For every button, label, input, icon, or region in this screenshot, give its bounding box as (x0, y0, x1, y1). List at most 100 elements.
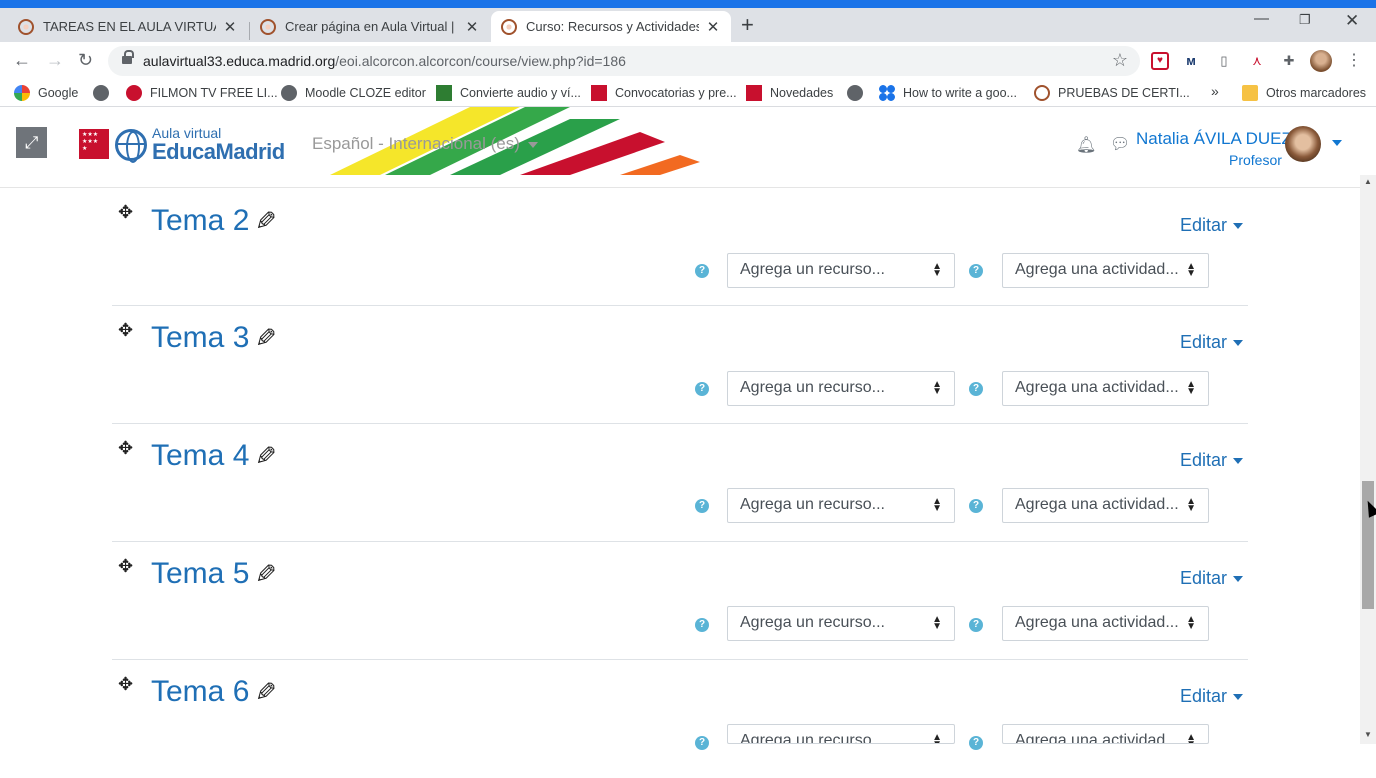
help-icon[interactable]: ? (969, 499, 983, 513)
extensions-puzzle-icon[interactable]: ✚ (1280, 52, 1298, 70)
edit-menu-button[interactable]: Editar (1180, 332, 1244, 353)
help-icon[interactable]: ? (695, 736, 709, 750)
select-value: Agrega una actividad... (1015, 261, 1179, 278)
messages-chat-icon[interactable]: 💬︎ (1110, 134, 1130, 154)
bookmark-star-icon[interactable]: ☆ (1112, 50, 1128, 71)
section-title[interactable]: Tema 3 (151, 319, 249, 357)
close-tab-icon[interactable]: ✕ (464, 18, 480, 36)
bookmark-google[interactable]: Google (14, 85, 78, 101)
select-arrows-icon: ▲▼ (1186, 261, 1196, 279)
pocket-extension-icon[interactable]: ♥ (1151, 52, 1169, 70)
close-tab-icon[interactable]: ✕ (705, 18, 721, 36)
bookmark-how-to-write[interactable]: How to write a goo... (879, 85, 1017, 101)
new-tab-icon[interactable]: + (741, 14, 754, 36)
move-handle-icon[interactable]: ✥ (118, 438, 133, 459)
edit-title-pencil-icon[interactable]: ✎ (255, 559, 277, 589)
add-resource-select[interactable]: Agrega un recurso... ▲▼ (727, 371, 955, 406)
course-section: ✥ Tema 2 ✎ Editar ? Agrega un recurso...… (112, 188, 1248, 306)
section-title[interactable]: Tema 4 (151, 437, 249, 475)
bookmark-convocatorias[interactable]: Convocatorias y pre... (591, 85, 737, 101)
user-name[interactable]: Natalia ÁVILA DUEZ (1136, 129, 1292, 149)
edit-title-pencil-icon[interactable]: ✎ (255, 323, 277, 353)
add-activity-select[interactable]: Agrega una actividad... ▲▼ (1002, 371, 1209, 406)
move-handle-icon[interactable]: ✥ (118, 556, 133, 577)
chevron-down-icon (1233, 340, 1244, 347)
restore-icon[interactable]: ❐ (1299, 12, 1311, 28)
address-bar[interactable]: aulavirtual33.educa.madrid.org/eoi.alcor… (108, 46, 1140, 76)
add-resource-select[interactable]: Agrega un recurso... ▲▼ (727, 488, 955, 523)
edit-menu-button[interactable]: Editar (1180, 215, 1244, 236)
browser-menu-icon[interactable]: ⋮ (1345, 52, 1363, 70)
browser-tab-active[interactable]: Curso: Recursos y Actividades ✕ (491, 11, 731, 42)
course-section: ✥ Tema 4 ✎ Editar ? Agrega un recurso...… (112, 424, 1248, 542)
add-resource-select[interactable]: Agrega un recurso... ▲▼ (727, 253, 955, 288)
bookmark-filmon[interactable]: FILMON TV FREE LI... (126, 85, 278, 101)
tab-title: Crear página en Aula Virtual | Me (285, 19, 458, 34)
close-window-icon[interactable]: ✕ (1345, 11, 1359, 31)
help-icon[interactable]: ? (969, 618, 983, 632)
user-menu-chevron-icon[interactable] (1332, 140, 1342, 146)
add-resource-select[interactable]: Agrega un recurso... ▲▼ (727, 606, 955, 641)
pdf-extension-icon[interactable]: ⋏ (1248, 52, 1266, 70)
edit-title-pencil-icon[interactable]: ✎ (255, 206, 277, 236)
add-activity-select[interactable]: Agrega una actividad... ▲▼ (1002, 488, 1209, 523)
add-activity-select[interactable]: Agrega una actividad... ▲▼ (1002, 724, 1209, 744)
edit-menu-button[interactable]: Editar (1180, 568, 1244, 589)
page-scrollbar[interactable]: ▲ ▼ (1360, 175, 1376, 744)
help-icon[interactable]: ? (695, 499, 709, 513)
minimize-icon[interactable]: — (1254, 10, 1269, 27)
bookmark-convierte-audio[interactable]: Convierte audio y ví... (436, 85, 581, 101)
edit-menu-button[interactable]: Editar (1180, 450, 1244, 471)
edit-menu-button[interactable]: Editar (1180, 686, 1244, 707)
move-handle-icon[interactable]: ✥ (118, 202, 133, 223)
help-icon[interactable]: ? (695, 264, 709, 278)
fullscreen-toggle-icon[interactable]: ⤢ (16, 127, 47, 158)
avatar[interactable] (1285, 126, 1321, 162)
help-icon[interactable]: ? (969, 736, 983, 750)
edit-title-pencil-icon[interactable]: ✎ (255, 441, 277, 471)
section-title[interactable]: Tema 5 (151, 555, 249, 593)
add-activity-select[interactable]: Agrega una actividad... ▲▼ (1002, 606, 1209, 641)
help-icon[interactable]: ? (969, 382, 983, 396)
language-selector[interactable]: Español - Internacional (es) (312, 134, 538, 154)
google-icon (14, 85, 30, 101)
lock-icon (122, 50, 134, 66)
bookmark-pruebas[interactable]: PRUEBAS DE CERTI... (1034, 85, 1190, 101)
help-icon[interactable]: ? (695, 382, 709, 396)
forward-icon[interactable]: → (46, 50, 64, 70)
help-icon[interactable]: ? (695, 618, 709, 632)
notifications-bell-icon[interactable]: 🔔︎ (1076, 135, 1096, 155)
more-bookmarks-icon[interactable]: » (1211, 83, 1219, 99)
bookmark-novedades[interactable]: Novedades (746, 85, 833, 101)
browser-tab[interactable]: Crear página en Aula Virtual | Me ✕ (250, 11, 490, 42)
add-activity-select[interactable]: Agrega una actividad... ▲▼ (1002, 253, 1209, 288)
move-handle-icon[interactable]: ✥ (118, 320, 133, 341)
comunidad-madrid-logo[interactable] (79, 129, 109, 159)
section-title[interactable]: Tema 2 (151, 202, 249, 240)
browser-tab[interactable]: TAREAS EN EL AULA VIRTUAL: Cr ✕ (8, 11, 248, 42)
scroll-down-icon[interactable]: ▼ (1364, 730, 1372, 739)
bookmark-globe[interactable] (93, 85, 117, 101)
edit-title-pencil-icon[interactable]: ✎ (255, 677, 277, 707)
help-icon[interactable]: ? (969, 264, 983, 278)
reload-icon[interactable]: ↻ (78, 50, 93, 70)
url-text[interactable]: aulavirtual33.educa.madrid.org/eoi.alcor… (143, 53, 626, 69)
bookmark-label: Google (38, 86, 79, 100)
other-bookmarks[interactable]: Otros marcadores (1242, 85, 1366, 101)
edit-label: Editar (1180, 686, 1228, 706)
scroll-up-icon[interactable]: ▲ (1364, 177, 1372, 186)
section-title[interactable]: Tema 6 (151, 673, 249, 711)
add-resource-select[interactable]: Agrega un recurso... ▲▼ (727, 724, 955, 744)
bookmark-moodle-cloze[interactable]: Moodle CLOZE editor (281, 85, 426, 101)
bookmark-globe[interactable] (847, 85, 871, 101)
bookmark-label: Convierte audio y ví... (460, 86, 581, 100)
bookmark-label: Novedades (770, 86, 834, 100)
bookmark-label: PRUEBAS DE CERTI... (1058, 86, 1190, 100)
mendeley-extension-icon[interactable]: ᴍ (1182, 52, 1200, 70)
bookmark-label: Convocatorias y pre... (615, 86, 737, 100)
profile-avatar[interactable] (1310, 50, 1332, 72)
document-extension-icon[interactable]: ▯ (1215, 52, 1233, 70)
move-handle-icon[interactable]: ✥ (118, 674, 133, 695)
close-tab-icon[interactable]: ✕ (222, 18, 238, 36)
back-icon[interactable]: ← (13, 50, 31, 70)
